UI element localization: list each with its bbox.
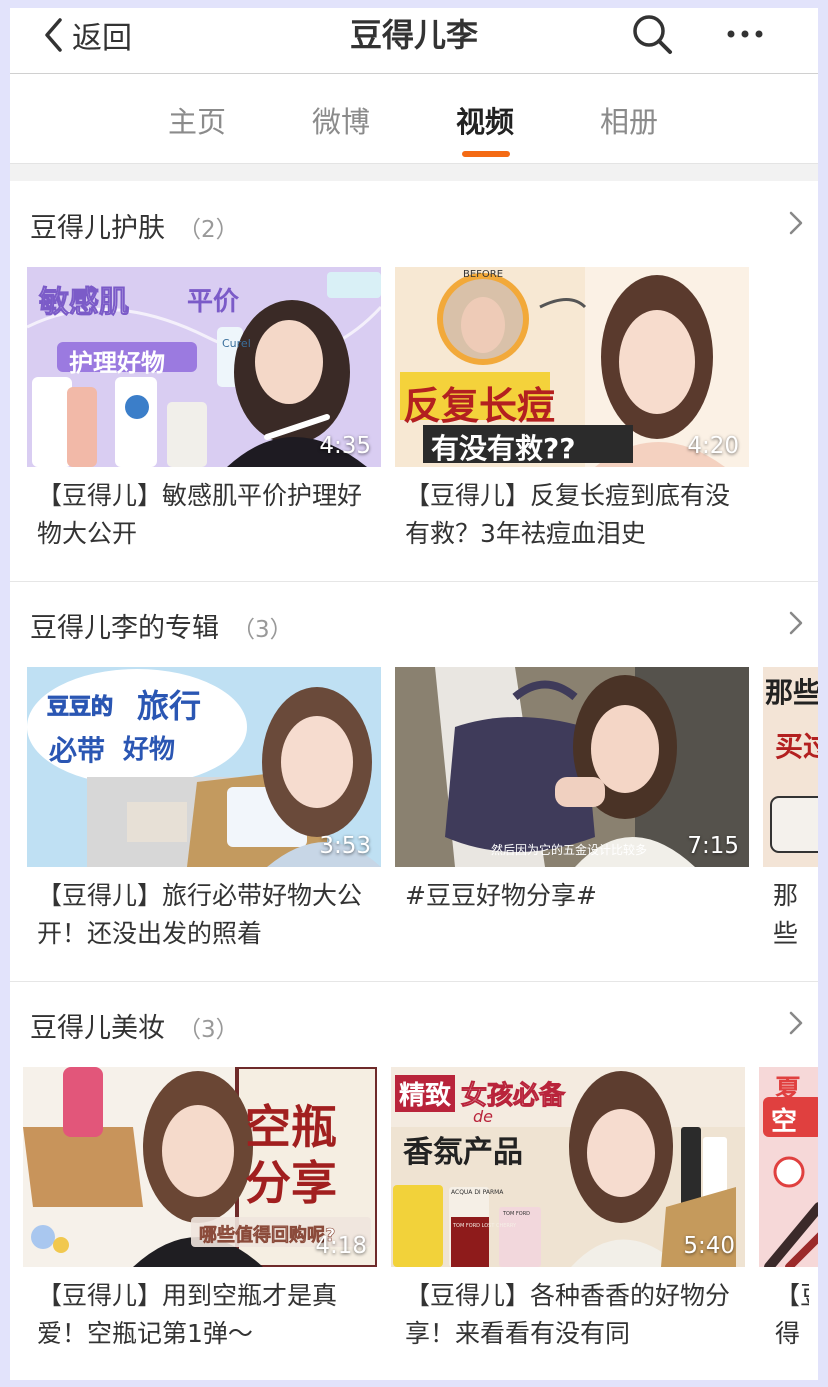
video-duration: 4:20 — [687, 433, 739, 459]
video-caption: 【豆得儿】反复长痘到底有没有救？3年祛痘血泪史 — [405, 481, 731, 548]
section-header[interactable]: 豆得儿李的专辑 （3） — [10, 582, 818, 662]
video-duration: 4:35 — [319, 433, 371, 459]
chevron-right-icon — [789, 211, 803, 235]
video-card[interactable]: BEFORE 反复长痘 有没有救?? 4:20 【豆得儿】反复长痘到底有没有救？… — [395, 267, 749, 553]
video-thumbnail: 敏感肌 平价 护理好物 Curel 4:35 — [27, 267, 381, 467]
section-title: 豆得儿李的专辑 — [30, 613, 219, 644]
section-header[interactable]: 豆得儿美妆 （3） — [10, 982, 818, 1062]
tab-video[interactable]: 视频 — [456, 99, 514, 141]
video-section-album: 豆得儿李的专辑 （3） 豆豆的 旅行 必带 好物 3:53 【豆得儿】旅行必带好… — [10, 582, 818, 982]
video-section-makeup: 豆得儿美妆 （3） 空瓶 分享 哪些值得回购呢? 4:18 【豆得儿】用到空瓶才… — [10, 982, 818, 1380]
video-caption: 【豆得儿】夏日 — [775, 1281, 809, 1348]
thumbnail-title: 好物 — [123, 735, 176, 765]
video-thumbnail: 空瓶 分享 哪些值得回购呢? 4:18 — [23, 1067, 377, 1267]
thumbnail-title: 反复长痘 — [403, 384, 556, 428]
video-duration: 5:40 — [683, 1233, 735, 1259]
thumbnail-title: de — [473, 1107, 493, 1126]
app-screen: 返回 豆得儿李 主页 微博 视频 相册 豆得儿护肤 （2） 敏感肌 平价 护理好… — [10, 8, 818, 1380]
video-thumbnail: 那些 买过 — [763, 667, 818, 867]
section-title: 豆得儿美妆 — [30, 1013, 165, 1044]
video-card[interactable]: 夏 空 【豆得儿】夏日 — [759, 1067, 818, 1353]
tab-home[interactable]: 主页 — [168, 99, 226, 141]
video-caption: 【豆得儿】敏感肌平价护理好物大公开 — [37, 481, 363, 548]
video-caption: 【豆得儿】各种香香的好物分享！来看看有没有同 — [405, 1281, 731, 1348]
thumbnail-subtitle: 然后因为它的五金设计比较多 — [491, 843, 648, 857]
video-card[interactable]: 那些 买过 那些包 — [763, 667, 818, 953]
video-thumbnail: 然后因为它的五金设计比较多 7:15 — [395, 667, 749, 867]
video-caption: 【豆得儿】旅行必带好物大公开！还没出发的照着 — [37, 881, 363, 948]
video-card[interactable]: 豆豆的 旅行 必带 好物 3:53 【豆得儿】旅行必带好物大公开！还没出发的照着 — [27, 667, 381, 953]
tab-weibo[interactable]: 微博 — [312, 99, 370, 141]
section-divider — [10, 163, 818, 181]
tab-album[interactable]: 相册 — [600, 99, 658, 141]
video-card[interactable]: 敏感肌 平价 护理好物 Curel 4:35 【豆得儿】敏感肌平价护理好物大公开 — [27, 267, 381, 553]
video-card[interactable]: 精致 女孩必备 de 香氛产品 ACQUA DI PARMA TOM FORD … — [391, 1067, 745, 1353]
thumbnail-title: 分享 — [245, 1156, 337, 1210]
video-thumbnail: BEFORE 反复长痘 有没有救?? 4:20 — [395, 267, 749, 467]
section-title: 豆得儿护肤 — [30, 213, 165, 244]
video-duration: 7:15 — [687, 833, 739, 859]
video-caption: 那些包 — [773, 881, 799, 948]
thumbnail-title: 有没有救?? — [431, 432, 576, 465]
more-dots-icon — [727, 30, 763, 38]
back-label: 返回 — [72, 21, 132, 56]
bottle-label: TOM FORD — [503, 1211, 531, 1217]
thumbnail-title: 必带 — [49, 734, 106, 767]
video-card[interactable]: 然后因为它的五金设计比较多 7:15 #豆豆好物分享# — [395, 667, 749, 953]
video-thumbnail: 夏 空 — [759, 1067, 818, 1267]
thumbnail-title: 精致 — [395, 1075, 456, 1112]
back-button[interactable]: 返回 — [40, 10, 132, 60]
bottle-label: TOM FORD LOST CHERRY — [453, 1223, 517, 1229]
section-count: （2） — [178, 217, 239, 243]
thumbnail-title: 护理好物 — [69, 349, 165, 377]
video-section-skincare: 豆得儿护肤 （2） 敏感肌 平价 护理好物 Curel 4:35 【豆得儿】敏感… — [10, 182, 818, 582]
video-thumbnail: 豆豆的 旅行 必带 好物 3:53 — [27, 667, 381, 867]
thumbnail-title: 买过 — [775, 730, 818, 763]
section-count: （3） — [232, 617, 293, 643]
more-button[interactable] — [720, 12, 770, 58]
section-count: （3） — [178, 1017, 239, 1043]
package-label: Curel — [222, 337, 251, 350]
profile-tabs: 主页 微博 视频 相册 — [10, 75, 818, 163]
video-duration: 3:53 — [319, 833, 371, 859]
section-header[interactable]: 豆得儿护肤 （2） — [10, 182, 818, 262]
thumbnail-title: 平价 — [187, 287, 240, 317]
video-caption: #豆豆好物分享# — [405, 881, 597, 910]
video-caption: 【豆得儿】用到空瓶才是真爱！空瓶记第1弹～ — [37, 1281, 338, 1348]
search-button[interactable] — [630, 12, 676, 58]
thumbnail-label: BEFORE — [463, 269, 504, 280]
thumbnail-title: 空 — [771, 1107, 798, 1137]
thumbnail-title: 敏感肌 — [39, 285, 130, 321]
bottle-label: ACQUA DI PARMA — [451, 1189, 504, 1196]
video-duration: 4:18 — [315, 1233, 367, 1259]
video-card[interactable]: 空瓶 分享 哪些值得回购呢? 4:18 【豆得儿】用到空瓶才是真爱！空瓶记第1弹… — [23, 1067, 377, 1353]
thumbnail-title: 那些 — [765, 676, 818, 709]
chevron-right-icon — [789, 611, 803, 635]
thumbnail-title: 旅行 — [137, 687, 202, 725]
chevron-right-icon — [789, 1011, 803, 1035]
search-icon — [633, 15, 672, 54]
thumbnail-title: 豆豆的 — [46, 695, 114, 721]
video-thumbnail: 精致 女孩必备 de 香氛产品 ACQUA DI PARMA TOM FORD … — [391, 1067, 745, 1267]
chevron-left-icon — [45, 18, 62, 52]
nav-header: 返回 豆得儿李 — [10, 8, 818, 74]
thumbnail-title: 香氛产品 — [403, 1135, 523, 1170]
active-tab-indicator — [462, 151, 510, 157]
